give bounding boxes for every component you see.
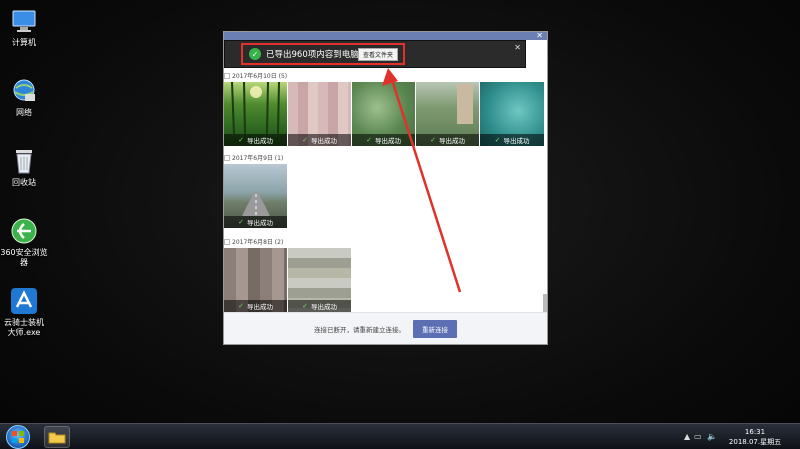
desktop-icon-label: 360安全浏览 器 bbox=[0, 248, 48, 267]
photo-list: 2017年6月10日 (5) ✓ 导出成功 ✓ 导出成功 ✓ 导出成功 ✓ 导出成功 ✓… bbox=[224, 66, 547, 313]
volume-muted-icon[interactable]: 🔈 bbox=[707, 432, 717, 441]
date-label: 2017年6月8日 (2) bbox=[232, 239, 284, 246]
desktop-icon-label: 云骑士装机 大师.exe bbox=[4, 318, 44, 337]
date-group-header: 2017年6月9日 (1) bbox=[224, 153, 283, 162]
photo-thumbnail[interactable]: ✓ 导出成功 bbox=[416, 82, 479, 146]
window-title-bar[interactable] bbox=[224, 32, 547, 40]
clock-time: 16:31 bbox=[744, 428, 766, 436]
group-checkbox[interactable] bbox=[224, 238, 230, 245]
reconnect-button[interactable]: 重新连接 bbox=[413, 319, 457, 338]
photo-thumbnail[interactable]: ✓ 导出成功 bbox=[288, 82, 351, 146]
photo-thumbnail[interactable]: ✓ 导出成功 bbox=[224, 82, 287, 146]
check-icon: ✓ bbox=[238, 302, 244, 310]
date-label: 2017年6月10日 (5) bbox=[232, 73, 288, 80]
network-icon bbox=[9, 76, 39, 106]
date-label: 2017年6月9日 (1) bbox=[232, 155, 284, 162]
check-icon: ✓ bbox=[302, 302, 308, 310]
check-icon: ✓ bbox=[238, 218, 244, 226]
scrollbar-thumb[interactable] bbox=[543, 294, 547, 312]
computer-icon bbox=[9, 6, 39, 36]
export-status: ✓ 导出成功 bbox=[416, 134, 479, 146]
photo-thumbnail[interactable]: ✓ 导出成功 bbox=[224, 248, 287, 312]
desktop-icon-yunqishi[interactable]: 云骑士装机 大师.exe bbox=[0, 286, 48, 338]
check-icon: ✓ bbox=[302, 136, 308, 144]
desktop-icon-360-browser[interactable]: 360安全浏览 器 bbox=[0, 216, 48, 268]
system-clock[interactable]: 16:31 2018.07.星期五 bbox=[722, 427, 788, 447]
photo-thumbnail[interactable]: ✓ 导出成功 bbox=[352, 82, 415, 146]
browser-360-icon bbox=[9, 216, 39, 246]
start-button[interactable] bbox=[6, 425, 30, 449]
desktop-icon-computer[interactable]: 计算机 bbox=[0, 6, 48, 48]
connection-footer: 连接已断开，请重新建立连接。 重新连接 bbox=[224, 312, 547, 344]
date-group-header: 2017年6月10日 (5) bbox=[224, 71, 287, 80]
recycle-bin-icon bbox=[9, 146, 39, 176]
phone-backup-window: ✕ 2017年6月10日 (5) ✓ 导出成功 ✓ 导出成功 ✓ 导出成功 ✓ 导出成功… bbox=[223, 31, 548, 345]
desktop-icon-recycle-bin[interactable]: 回收站 bbox=[0, 146, 48, 188]
photo-thumbnail[interactable]: ✓ 导出成功 bbox=[224, 164, 287, 228]
check-icon: ✓ bbox=[430, 136, 436, 144]
check-icon: ✓ bbox=[366, 136, 372, 144]
group-checkbox[interactable] bbox=[224, 154, 230, 161]
taskbar-explorer-button[interactable] bbox=[44, 426, 70, 448]
export-status: ✓ 导出成功 bbox=[480, 134, 544, 146]
annotation-highlight-box bbox=[241, 43, 405, 65]
export-status: ✓ 导出成功 bbox=[352, 134, 415, 146]
network-tray-icon[interactable]: ▭ bbox=[694, 432, 702, 441]
export-status: ✓ 导出成功 bbox=[224, 300, 287, 312]
export-status: ✓ 导出成功 bbox=[224, 216, 287, 228]
check-icon: ✓ bbox=[238, 136, 244, 144]
desktop-icon-label: 网络 bbox=[16, 108, 32, 117]
close-icon[interactable]: ✕ bbox=[536, 32, 543, 40]
windows-logo-icon bbox=[12, 431, 24, 443]
export-status: ✓ 导出成功 bbox=[288, 300, 351, 312]
disconnect-message: 连接已断开，请重新建立连接。 bbox=[314, 325, 405, 334]
group-checkbox[interactable] bbox=[224, 72, 230, 79]
date-group-header: 2017年6月8日 (2) bbox=[224, 237, 283, 246]
desktop-icon-label: 计算机 bbox=[12, 38, 36, 47]
toast-close-icon[interactable]: ✕ bbox=[514, 43, 521, 52]
clock-date: 2018.07.星期五 bbox=[728, 438, 782, 446]
export-status: ✓ 导出成功 bbox=[288, 134, 351, 146]
tray-expand-icon[interactable]: ▲ bbox=[684, 432, 690, 441]
desktop-icon-network[interactable]: 网络 bbox=[0, 76, 48, 118]
photo-thumbnail[interactable]: ✓ 导出成功 bbox=[480, 82, 544, 146]
taskbar: ▲ ▭ 🔈 16:31 2018.07.星期五 bbox=[0, 423, 800, 449]
desktop-icon-label: 回收站 bbox=[12, 178, 36, 187]
check-icon: ✓ bbox=[494, 136, 501, 144]
photo-thumbnail[interactable]: ✓ 导出成功 bbox=[288, 248, 351, 312]
export-status: ✓ 导出成功 bbox=[224, 134, 287, 146]
folder-icon bbox=[48, 432, 66, 444]
yunqishi-icon bbox=[9, 286, 39, 316]
